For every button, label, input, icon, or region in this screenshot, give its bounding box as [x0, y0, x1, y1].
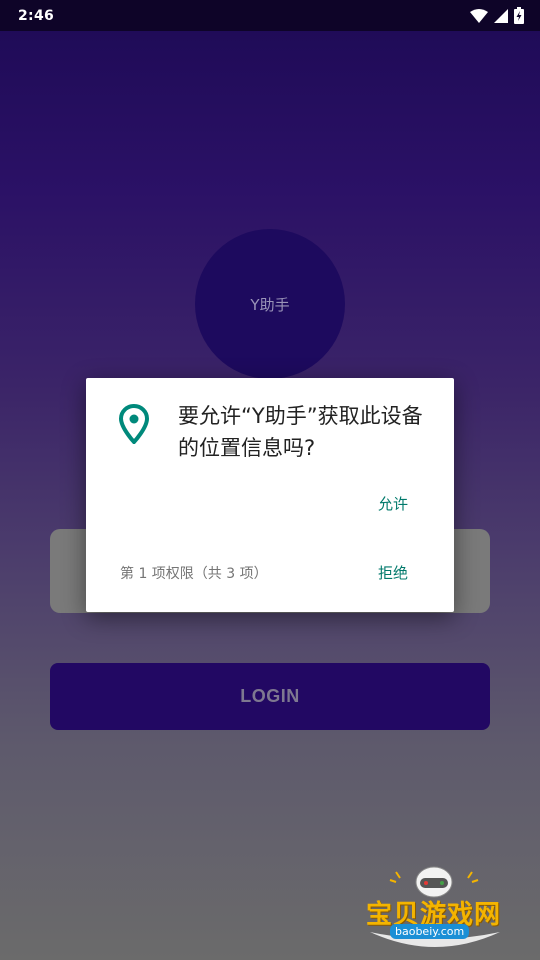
location-pin-icon [119, 404, 149, 444]
allow-button[interactable]: 允许 [378, 493, 408, 514]
status-time: 2:46 [18, 7, 55, 24]
status-bar: 2:46 [0, 0, 540, 31]
app-avatar: Y助手 [195, 229, 345, 379]
permission-dialog: 要允许“Y助手”获取此设备的位置信息吗? 允许 第 1 项权限（共 3 项） 拒… [86, 378, 454, 612]
cell-signal-icon [494, 8, 508, 23]
watermark-logo: 宝贝游戏网 baobeiy.com [360, 862, 520, 954]
deny-button[interactable]: 拒绝 [378, 562, 408, 583]
login-button[interactable]: LOGIN [50, 663, 490, 730]
wifi-icon [470, 8, 488, 23]
login-label: LOGIN [240, 686, 300, 706]
battery-icon [514, 7, 524, 24]
status-icons [470, 7, 524, 24]
dialog-title: 要允许“Y助手”获取此设备的位置信息吗? [178, 404, 423, 460]
watermark-url: baobeiy.com [390, 924, 470, 939]
permission-counter: 第 1 项权限（共 3 项） [120, 566, 268, 582]
avatar-label: Y助手 [250, 295, 290, 314]
